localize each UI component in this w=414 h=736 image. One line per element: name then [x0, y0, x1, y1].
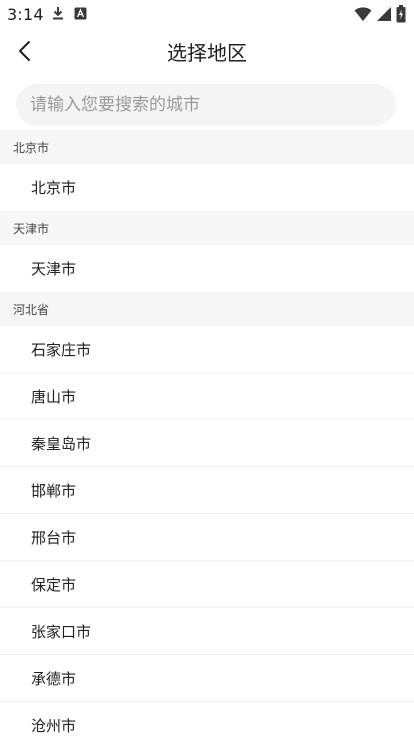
- city-list-item[interactable]: 邢台市: [0, 514, 414, 561]
- city-list-item[interactable]: 石家庄市: [0, 326, 414, 373]
- city-list-item[interactable]: 承德市: [0, 655, 414, 702]
- search-input[interactable]: [28, 83, 396, 127]
- search-box[interactable]: [16, 83, 396, 127]
- page-title: 选择地区: [167, 41, 247, 65]
- city-list-item[interactable]: 沧州市: [0, 702, 414, 736]
- font-app-icon: [74, 7, 87, 20]
- city-list-item[interactable]: 邯郸市: [0, 467, 414, 514]
- city-list-item[interactable]: 张家口市: [0, 608, 414, 655]
- section-header: 天津市: [0, 211, 414, 245]
- city-list: 北京市 北京市 天津市 天津市 河北省 石家庄市 唐山市 秦皇岛市 邯郸市 邢台市 保定市 张家口市承…: [0, 130, 414, 736]
- cell-signal-icon: [376, 6, 392, 22]
- status-right-icons: [354, 5, 406, 23]
- city-list-item[interactable]: 秦皇岛市: [0, 420, 414, 467]
- status-left-icons: [52, 6, 87, 20]
- section-header: 北京市: [0, 130, 414, 164]
- status-time: 3:14: [7, 5, 44, 24]
- city-list-item[interactable]: 唐山市: [0, 373, 414, 420]
- wifi-icon: [354, 6, 372, 22]
- status-bar: 3:14: [0, 0, 414, 30]
- section-header: 河北省: [0, 292, 414, 326]
- city-list-item[interactable]: 天津市: [0, 245, 414, 292]
- screen: 3:14 选择地区 请输入您要搜索的城市 北京市 北京市 天津市 天津市 河北省…: [0, 0, 414, 736]
- city-list-item[interactable]: 保定市: [0, 561, 414, 608]
- battery-charging-icon: [396, 5, 406, 23]
- city-list-item[interactable]: 北京市: [0, 164, 414, 211]
- download-icon: [52, 6, 64, 20]
- header: 选择地区: [0, 30, 414, 76]
